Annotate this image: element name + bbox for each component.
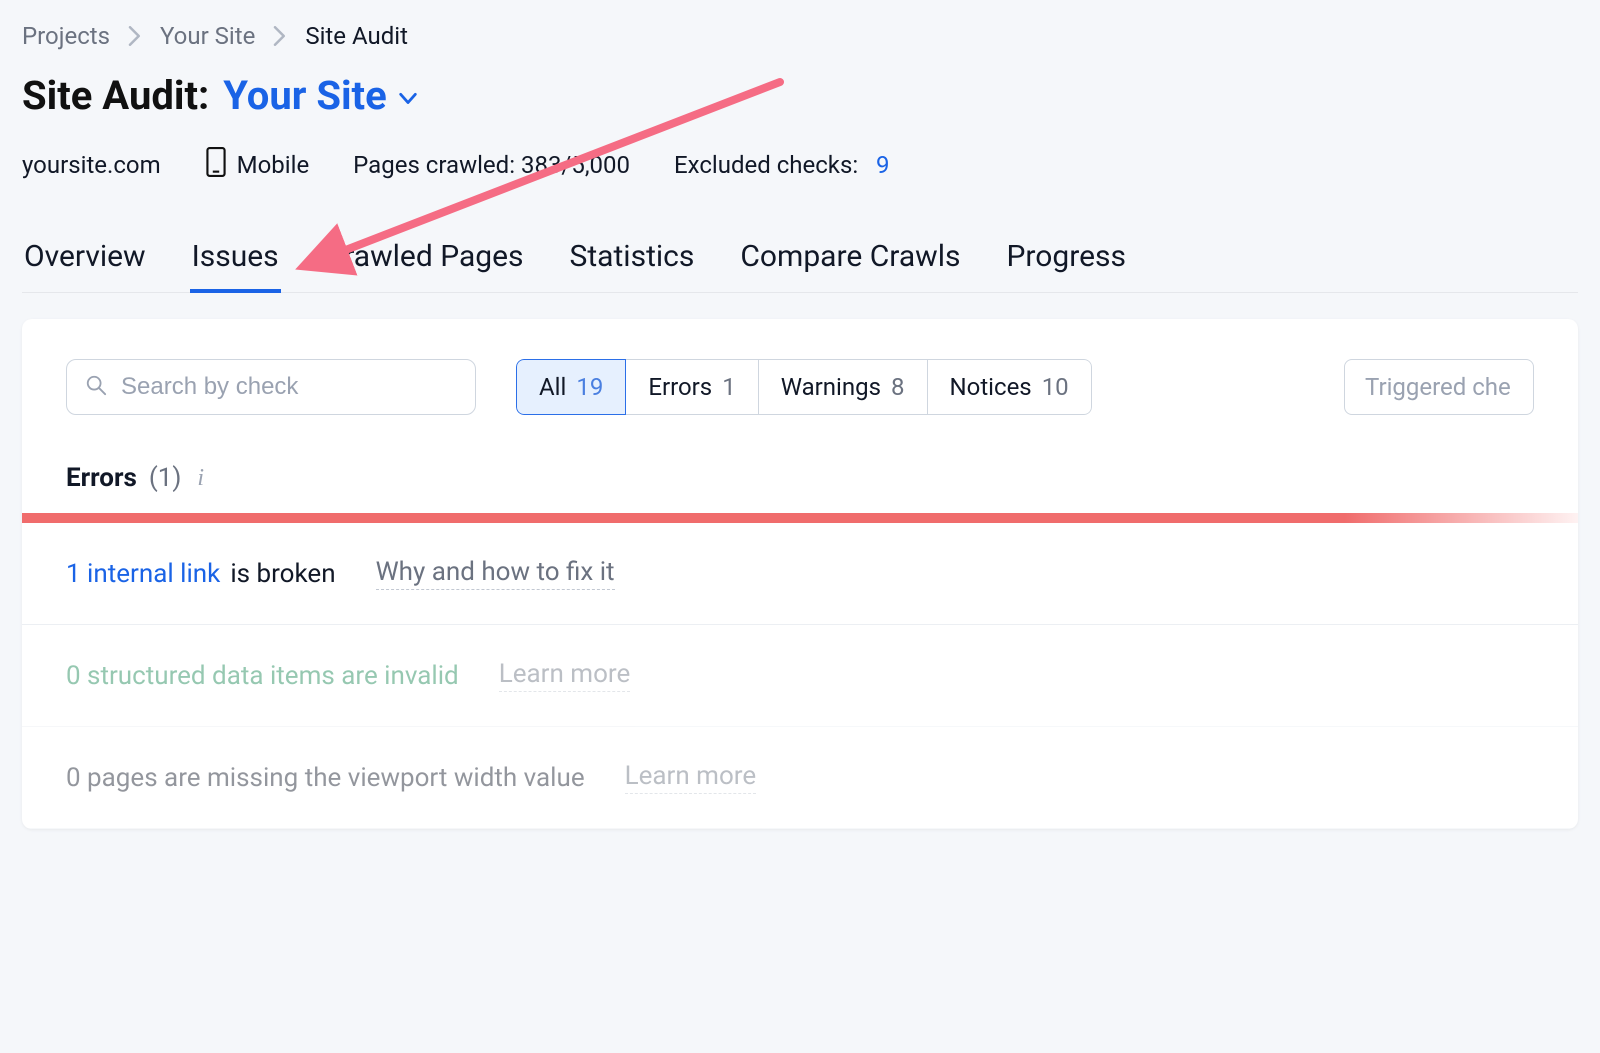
issue-text: 1 internal link is broken [66, 559, 336, 589]
issue-link[interactable]: 1 internal link [66, 559, 220, 589]
issue-help-link[interactable]: Learn more [499, 659, 631, 692]
chevron-down-icon [397, 72, 419, 119]
tab-progress[interactable]: Progress [1004, 239, 1128, 292]
breadcrumb: Projects Your Site Site Audit [22, 22, 1578, 50]
filter-warnings-count: 8 [891, 373, 905, 401]
breadcrumb-site-audit: Site Audit [305, 22, 408, 50]
tab-compare-crawls[interactable]: Compare Crawls [738, 239, 962, 292]
page-title-row: Site Audit: Your Site [22, 72, 1578, 119]
search-input-wrap[interactable] [66, 359, 476, 415]
issue-help-link[interactable]: Learn more [625, 761, 757, 794]
info-excluded-count[interactable]: 9 [876, 151, 890, 179]
site-dropdown[interactable]: Your Site [223, 72, 418, 119]
mobile-icon [205, 147, 227, 183]
errors-section-count: (1) [149, 463, 182, 493]
filter-errors[interactable]: Errors 1 [626, 359, 758, 415]
info-domain: yoursite.com [22, 151, 161, 179]
tab-issues[interactable]: Issues [190, 239, 281, 292]
chevron-right-icon [128, 26, 142, 46]
issue-rows: 1 internal link is broken Why and how to … [22, 523, 1578, 829]
info-excluded: Excluded checks: 9 [674, 151, 889, 179]
info-excluded-label: Excluded checks: [674, 151, 858, 179]
issue-text: 0 pages are missing the viewport width v… [66, 763, 585, 793]
issue-text-rest: is broken [230, 559, 335, 589]
info-device: Mobile [205, 147, 310, 183]
filter-notices[interactable]: Notices 10 [928, 359, 1092, 415]
site-dropdown-label: Your Site [223, 72, 386, 119]
issue-row: 0 structured data items are invalid Learn… [22, 625, 1578, 727]
filter-errors-count: 1 [722, 373, 736, 401]
issue-row: 0 pages are missing the viewport width v… [22, 727, 1578, 829]
tab-crawled-pages[interactable]: Crawled Pages [323, 239, 526, 292]
issue-text: 0 structured data items are invalid [66, 661, 459, 691]
filter-warnings-label: Warnings [781, 373, 881, 401]
info-row: yoursite.com Mobile Pages crawled: 383/5… [22, 147, 1578, 183]
filter-notices-count: 10 [1042, 373, 1069, 401]
filter-notices-label: Notices [950, 373, 1032, 401]
errors-stripe [22, 513, 1578, 523]
filter-warnings[interactable]: Warnings 8 [759, 359, 928, 415]
tab-statistics[interactable]: Statistics [568, 239, 697, 292]
issue-help-link[interactable]: Why and how to fix it [376, 557, 615, 590]
breadcrumb-projects[interactable]: Projects [22, 22, 110, 50]
filter-all-count: 19 [576, 373, 603, 401]
filter-all[interactable]: All 19 [516, 359, 626, 415]
issue-link: 0 pages are missing the viewport width v… [66, 763, 585, 793]
issue-row: 1 internal link is broken Why and how to … [22, 523, 1578, 625]
issue-link[interactable]: 0 structured data items are invalid [66, 661, 459, 691]
info-device-label: Mobile [237, 151, 310, 179]
info-crawled: Pages crawled: 383/5,000 [353, 151, 630, 179]
errors-section-heading: Errors (1) i [22, 439, 1578, 513]
filter-all-label: All [539, 373, 566, 401]
tab-overview[interactable]: Overview [22, 239, 148, 292]
errors-section-label: Errors [66, 463, 137, 493]
search-input[interactable] [121, 373, 457, 401]
filter-errors-label: Errors [648, 373, 712, 401]
info-icon[interactable]: i [193, 465, 204, 492]
tabs: Overview Issues Crawled Pages Statistics… [22, 239, 1578, 293]
chevron-right-icon [273, 26, 287, 46]
triggered-checks-dropdown[interactable]: Triggered che [1344, 359, 1534, 415]
card-controls: All 19 Errors 1 Warnings 8 Notices 10 Tr… [22, 319, 1578, 439]
breadcrumb-your-site[interactable]: Your Site [160, 22, 255, 50]
search-icon [85, 374, 107, 400]
filter-segment: All 19 Errors 1 Warnings 8 Notices 10 [516, 359, 1092, 415]
page-title: Site Audit: [22, 72, 209, 119]
issues-card: All 19 Errors 1 Warnings 8 Notices 10 Tr… [22, 319, 1578, 829]
